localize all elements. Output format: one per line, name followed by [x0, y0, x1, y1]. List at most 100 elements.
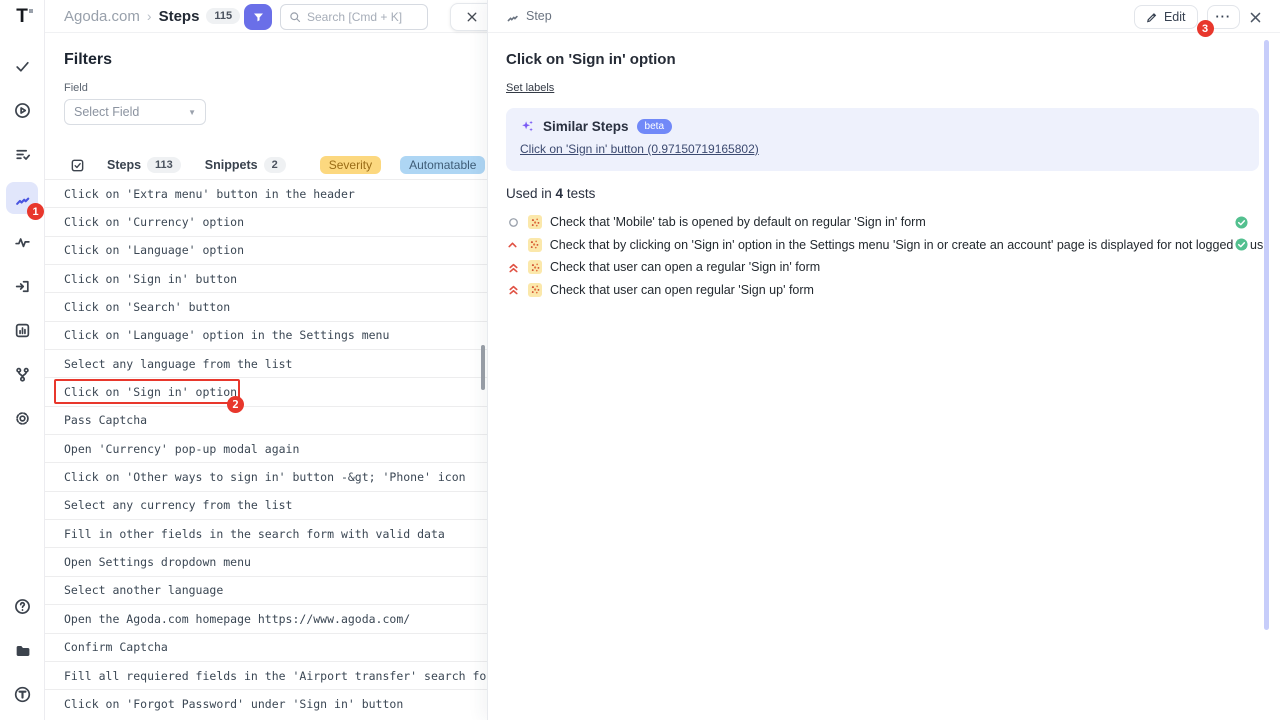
sidebar-item-pulse[interactable] — [6, 226, 38, 258]
step-list-item[interactable]: Confirm Captcha 2 — [45, 633, 487, 661]
sidebar-item-projects[interactable] — [6, 634, 38, 666]
left-panel-header: Agoda.com › Steps 115 — [45, 0, 487, 33]
step-list-item[interactable]: Select any language from the list 2 — [45, 349, 487, 377]
step-list-item[interactable]: Click on 'Other ways to sign in' button … — [45, 462, 487, 490]
step-list-item[interactable]: Click on 'Extra menu' button in the head… — [45, 179, 487, 207]
test-list-item[interactable]: Check that 'Mobile' tab is opened by def… — [506, 211, 1263, 234]
test-title[interactable]: Check that by clicking on 'Sign in' opti… — [550, 238, 1263, 252]
step-text: Click on 'Currency' option — [64, 215, 244, 229]
step-list-item[interactable]: Click on 'Currency' option 2 — [45, 207, 487, 235]
search-icon — [289, 11, 301, 23]
right-panel-scrollbar[interactable] — [1264, 40, 1269, 630]
logo-dot — [29, 9, 33, 13]
steps-icon — [506, 10, 519, 23]
priority-icon — [506, 238, 520, 252]
drawer-header: Step Edit ··· 3 — [488, 0, 1280, 33]
select-all-checkbox[interactable] — [70, 158, 85, 173]
step-list-item[interactable]: Select another language 2 — [45, 576, 487, 604]
step-list-item[interactable]: Fill all requiered fields in the 'Airpor… — [45, 661, 487, 689]
step-text: Fill in other fields in the search form … — [64, 527, 445, 541]
app-window: T 1 — [0, 0, 1280, 720]
tab-snippets-count: 2 — [264, 157, 286, 173]
step-list-item[interactable]: Click on 'Sign in' button 2 — [45, 264, 487, 292]
filter-close-button[interactable] — [450, 3, 487, 31]
step-list-item[interactable]: Click on 'Language' option 2 — [45, 236, 487, 264]
drawer-actions: Edit ··· 3 — [1134, 5, 1262, 29]
step-text: Fill all requiered fields in the 'Airpor… — [64, 669, 487, 683]
test-list-item[interactable]: Check that by clicking on 'Sign in' opti… — [506, 234, 1263, 257]
annotation-badge-1: 1 — [27, 203, 44, 220]
filter-button[interactable] — [244, 4, 272, 30]
test-list-item[interactable]: Check that user can open a regular 'Sign… — [506, 256, 1263, 279]
field-select[interactable]: Select Field ▼ — [64, 99, 206, 125]
test-title[interactable]: Check that 'Mobile' tab is opened by def… — [550, 215, 926, 229]
sidebar-main-icons: 1 — [6, 50, 38, 434]
collision-emoji-icon — [528, 260, 542, 274]
step-list-item[interactable]: Open Settings dropdown menu 2 — [45, 547, 487, 575]
gear-icon — [14, 410, 31, 427]
drawer-close-button[interactable] — [1249, 11, 1262, 24]
sidebar-item-tests[interactable] — [6, 50, 38, 82]
step-list-item[interactable]: Click on 'Forgot Password' under 'Sign i… — [45, 689, 487, 717]
step-text: Click on 'Extra menu' button in the head… — [64, 187, 355, 201]
step-list-item[interactable]: Select any currency from the list 2 — [45, 491, 487, 519]
breadcrumb-page: Steps — [159, 8, 200, 25]
step-text: Click on 'Language' option — [64, 243, 244, 257]
left-panel-scrollbar[interactable] — [481, 345, 485, 390]
sidebar-item-steps[interactable]: 1 — [6, 182, 38, 214]
used-in-count: 4 — [556, 186, 564, 201]
step-list-item[interactable]: Pass Captcha 2 — [45, 406, 487, 434]
sidebar-item-branches[interactable] — [6, 358, 38, 390]
column-pill[interactable]: Severity — [320, 156, 381, 174]
sidebar-item-reports[interactable] — [6, 314, 38, 346]
step-list-item[interactable]: Click on 'Language' option in the Settin… — [45, 321, 487, 349]
used-in-heading: Used in 4 tests — [506, 186, 1262, 201]
check-icon — [14, 58, 31, 75]
column-pill[interactable]: Automatable — [400, 156, 485, 174]
tab-steps[interactable]: Steps 113 — [107, 157, 181, 173]
step-text: Click on 'Forgot Password' under 'Sign i… — [64, 697, 403, 711]
play-circle-icon — [14, 102, 31, 119]
step-list-item[interactable]: Click on 'Sign in' option 2 — [45, 377, 487, 405]
test-title[interactable]: Check that user can open regular 'Sign u… — [550, 283, 814, 297]
test-list-item[interactable]: Check that user can open regular 'Sign u… — [506, 279, 1263, 302]
step-list-item[interactable]: Click on 'Search' button 2 — [45, 292, 487, 320]
test-title[interactable]: Check that user can open a regular 'Sign… — [550, 260, 820, 274]
step-text: Click on 'Sign in' option — [64, 385, 237, 399]
app-logo[interactable]: T — [16, 6, 28, 32]
similar-step-link[interactable]: Click on 'Sign in' button (0.97150719165… — [520, 142, 759, 156]
search-input[interactable] — [307, 10, 417, 24]
edit-button[interactable]: Edit — [1134, 5, 1198, 29]
step-text: Select another language — [64, 583, 223, 597]
filters-title: Filters — [64, 51, 487, 69]
step-list-item[interactable]: Fill in other fields in the search form … — [45, 519, 487, 547]
tab-snippets-label: Snippets — [205, 158, 258, 172]
sidebar-item-settings[interactable] — [6, 402, 38, 434]
similar-steps-header: Similar Steps beta — [520, 119, 1245, 134]
tab-steps-count: 113 — [147, 157, 181, 173]
tab-snippets[interactable]: Snippets 2 — [205, 157, 286, 173]
sidebar-item-account[interactable] — [6, 678, 38, 710]
close-icon — [1249, 11, 1262, 24]
step-text: Open Settings dropdown menu — [64, 555, 251, 569]
set-labels-link[interactable]: Set labels — [506, 82, 554, 94]
step-list-item[interactable]: Open 'Currency' pop-up modal again 2 — [45, 434, 487, 462]
sidebar-item-plans[interactable] — [6, 138, 38, 170]
chevron-down-icon: ▼ — [188, 108, 196, 117]
filters-section: Filters Field Select Field ▼ — [45, 33, 487, 125]
logo-circle-icon — [14, 686, 31, 703]
similar-steps-box: Similar Steps beta Click on 'Sign in' bu… — [506, 108, 1259, 171]
collision-emoji-icon — [528, 215, 542, 229]
sidebar-item-runs[interactable] — [6, 94, 38, 126]
drawer-type-label: Step — [526, 9, 552, 23]
sidebar-item-import[interactable] — [6, 270, 38, 302]
beta-badge: beta — [637, 119, 672, 134]
app-logo-letter: T — [16, 6, 28, 27]
bar-chart-icon — [14, 322, 31, 339]
breadcrumb-project[interactable]: Agoda.com — [64, 8, 140, 25]
step-text: Select any currency from the list — [64, 498, 292, 512]
step-text: Open 'Currency' pop-up modal again — [64, 442, 299, 456]
steps-icon — [14, 190, 31, 207]
sidebar-item-help[interactable] — [6, 590, 38, 622]
step-list-item[interactable]: Open the Agoda.com homepage https://www.… — [45, 604, 487, 632]
